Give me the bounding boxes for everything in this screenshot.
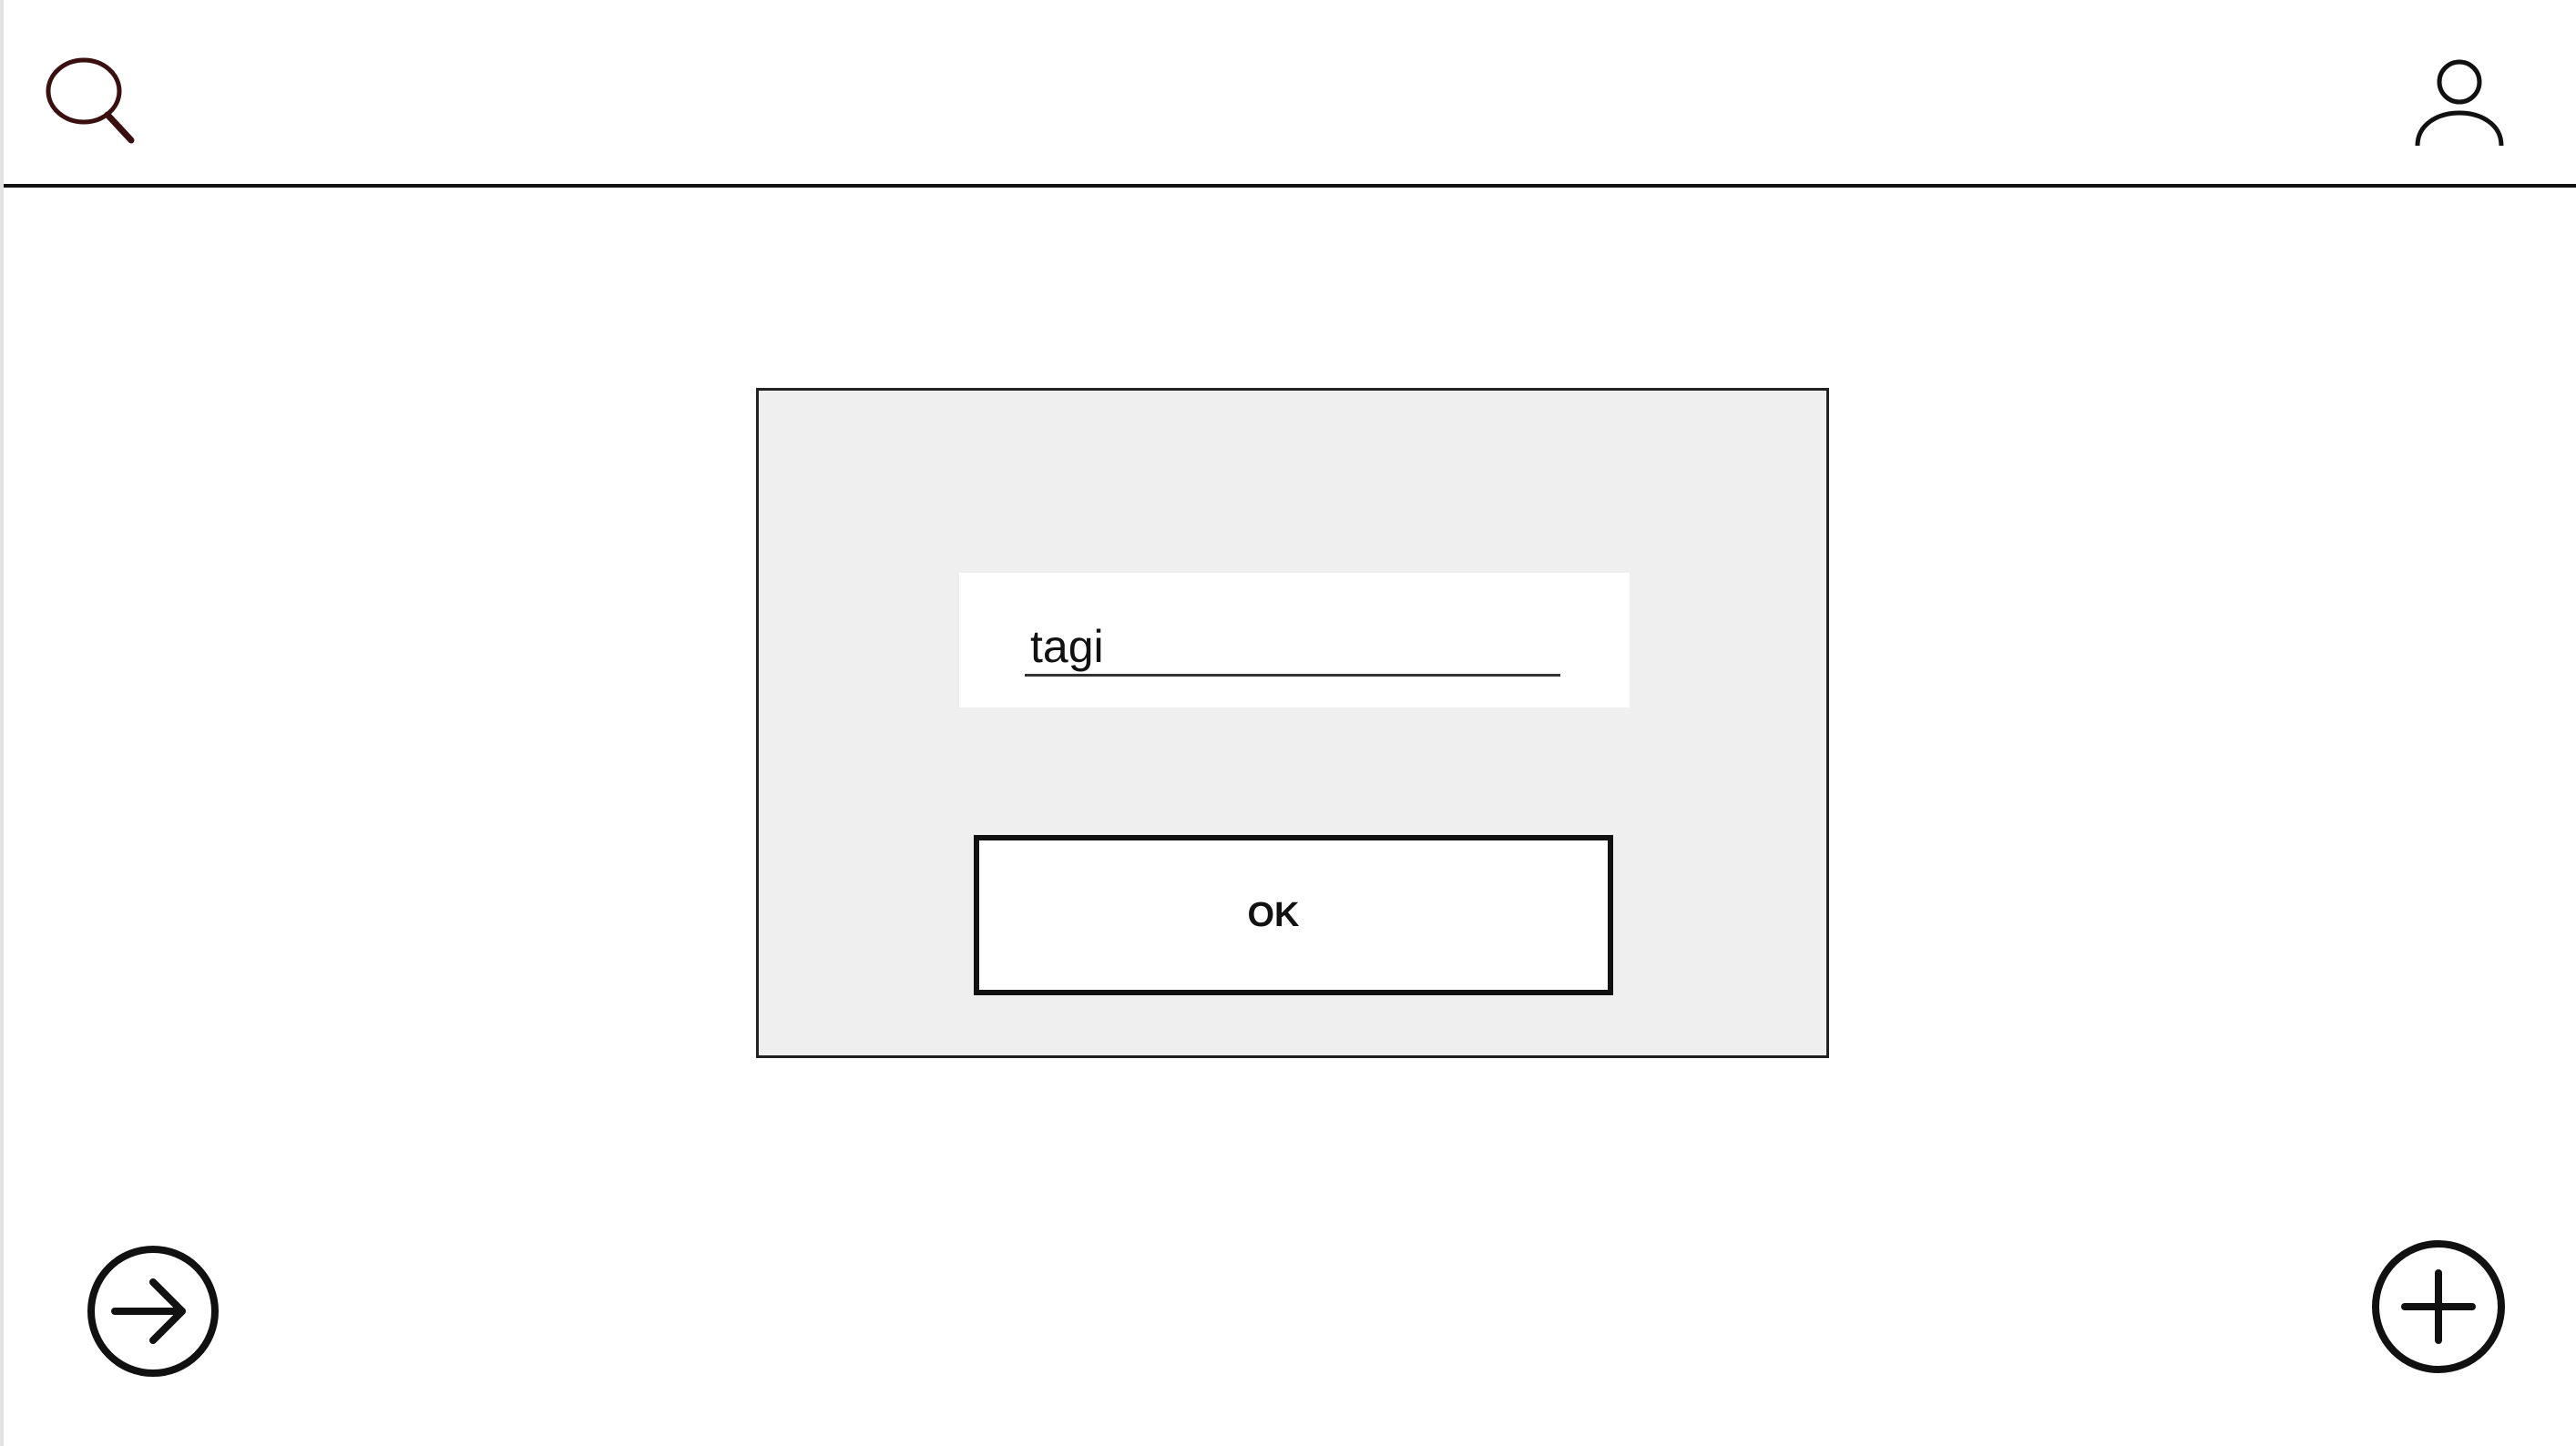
arrow-right-circle-icon	[87, 1246, 219, 1377]
search-button[interactable]	[44, 55, 146, 149]
search-icon	[46, 57, 135, 144]
input-container	[959, 573, 1630, 708]
user-icon	[2415, 59, 2504, 147]
ok-button[interactable]: OK	[974, 835, 1613, 995]
plus-circle-icon	[2372, 1240, 2505, 1373]
text-input[interactable]	[1025, 618, 1560, 677]
input-dialog: OK	[756, 388, 1829, 1058]
add-button[interactable]	[2368, 1237, 2509, 1377]
next-button[interactable]	[84, 1242, 222, 1380]
app-screen: OK	[0, 0, 2576, 1446]
header-divider	[4, 184, 2576, 188]
profile-button[interactable]	[2408, 55, 2510, 153]
